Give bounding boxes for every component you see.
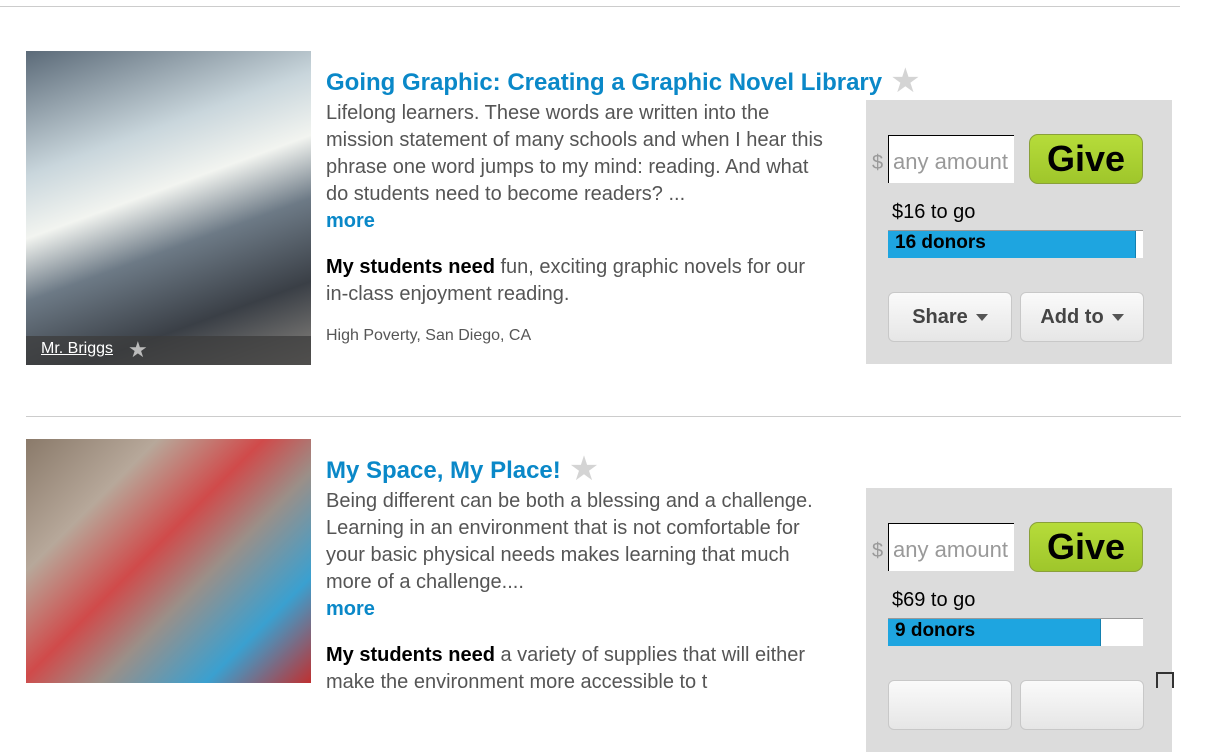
resize-handle[interactable]	[1156, 672, 1174, 688]
currency-symbol: $	[872, 152, 884, 174]
project-title-text[interactable]: Going Graphic: Creating a Graphic Novel …	[326, 69, 882, 96]
need-label: My students need	[326, 256, 495, 278]
donor-count: 9 donors	[895, 620, 976, 641]
favorite-star-icon[interactable]: ★	[569, 450, 599, 488]
share-label: Share	[912, 306, 968, 328]
caret-down-icon	[975, 314, 988, 321]
project-title[interactable]: Going Graphic: Creating a Graphic Novel …	[326, 61, 921, 101]
more-link[interactable]: more	[326, 208, 826, 235]
divider	[0, 6, 1180, 7]
need-label: My students need	[326, 644, 495, 666]
caret-down-icon	[1111, 314, 1124, 321]
donor-count: 16 donors	[895, 232, 986, 253]
student-need: My students need fun, exciting graphic n…	[326, 254, 816, 308]
project-title[interactable]: My Space, My Place! ★	[326, 449, 599, 489]
add-to-button[interactable]	[1020, 680, 1144, 730]
add-to-label: Add to	[1040, 306, 1104, 328]
favorite-star-icon[interactable]: ★	[890, 62, 920, 100]
more-link[interactable]: more	[326, 596, 826, 623]
donate-panel: $ any amount Give $16 to go 16 donors Sh…	[866, 100, 1172, 364]
location: High Poverty, San Diego, CA	[326, 327, 532, 344]
description-text: Being different can be both a blessing a…	[326, 490, 813, 593]
amount-input[interactable]: any amount	[888, 523, 1014, 571]
amount-to-go: $16 to go	[892, 201, 976, 223]
project-photo[interactable]	[26, 439, 311, 683]
share-button[interactable]	[888, 680, 1012, 730]
give-button[interactable]: Give	[1029, 522, 1143, 572]
give-button[interactable]: Give	[1029, 134, 1143, 184]
project-title-text[interactable]: My Space, My Place!	[326, 457, 561, 484]
progress-bar: 9 donors	[888, 618, 1143, 646]
donate-panel: $ any amount Give $69 to go 9 donors	[866, 488, 1172, 752]
divider	[26, 416, 1181, 417]
star-icon[interactable]: ★	[128, 337, 148, 363]
amount-input[interactable]: any amount	[888, 135, 1014, 183]
project-description: Being different can be both a blessing a…	[326, 488, 826, 623]
amount-to-go: $69 to go	[892, 589, 976, 611]
teacher-bar: Mr. Briggs ★	[26, 336, 311, 365]
project-description: Lifelong learners. These words are writt…	[326, 100, 826, 235]
add-to-button[interactable]: Add to	[1020, 292, 1144, 342]
share-button[interactable]: Share	[888, 292, 1012, 342]
teacher-link[interactable]: Mr. Briggs	[41, 340, 113, 358]
project-photo[interactable]: Mr. Briggs ★	[26, 51, 311, 365]
currency-symbol: $	[872, 540, 884, 562]
student-need: My students need a variety of supplies t…	[326, 642, 816, 696]
description-text: Lifelong learners. These words are writt…	[326, 102, 823, 205]
progress-bar: 16 donors	[888, 230, 1143, 258]
